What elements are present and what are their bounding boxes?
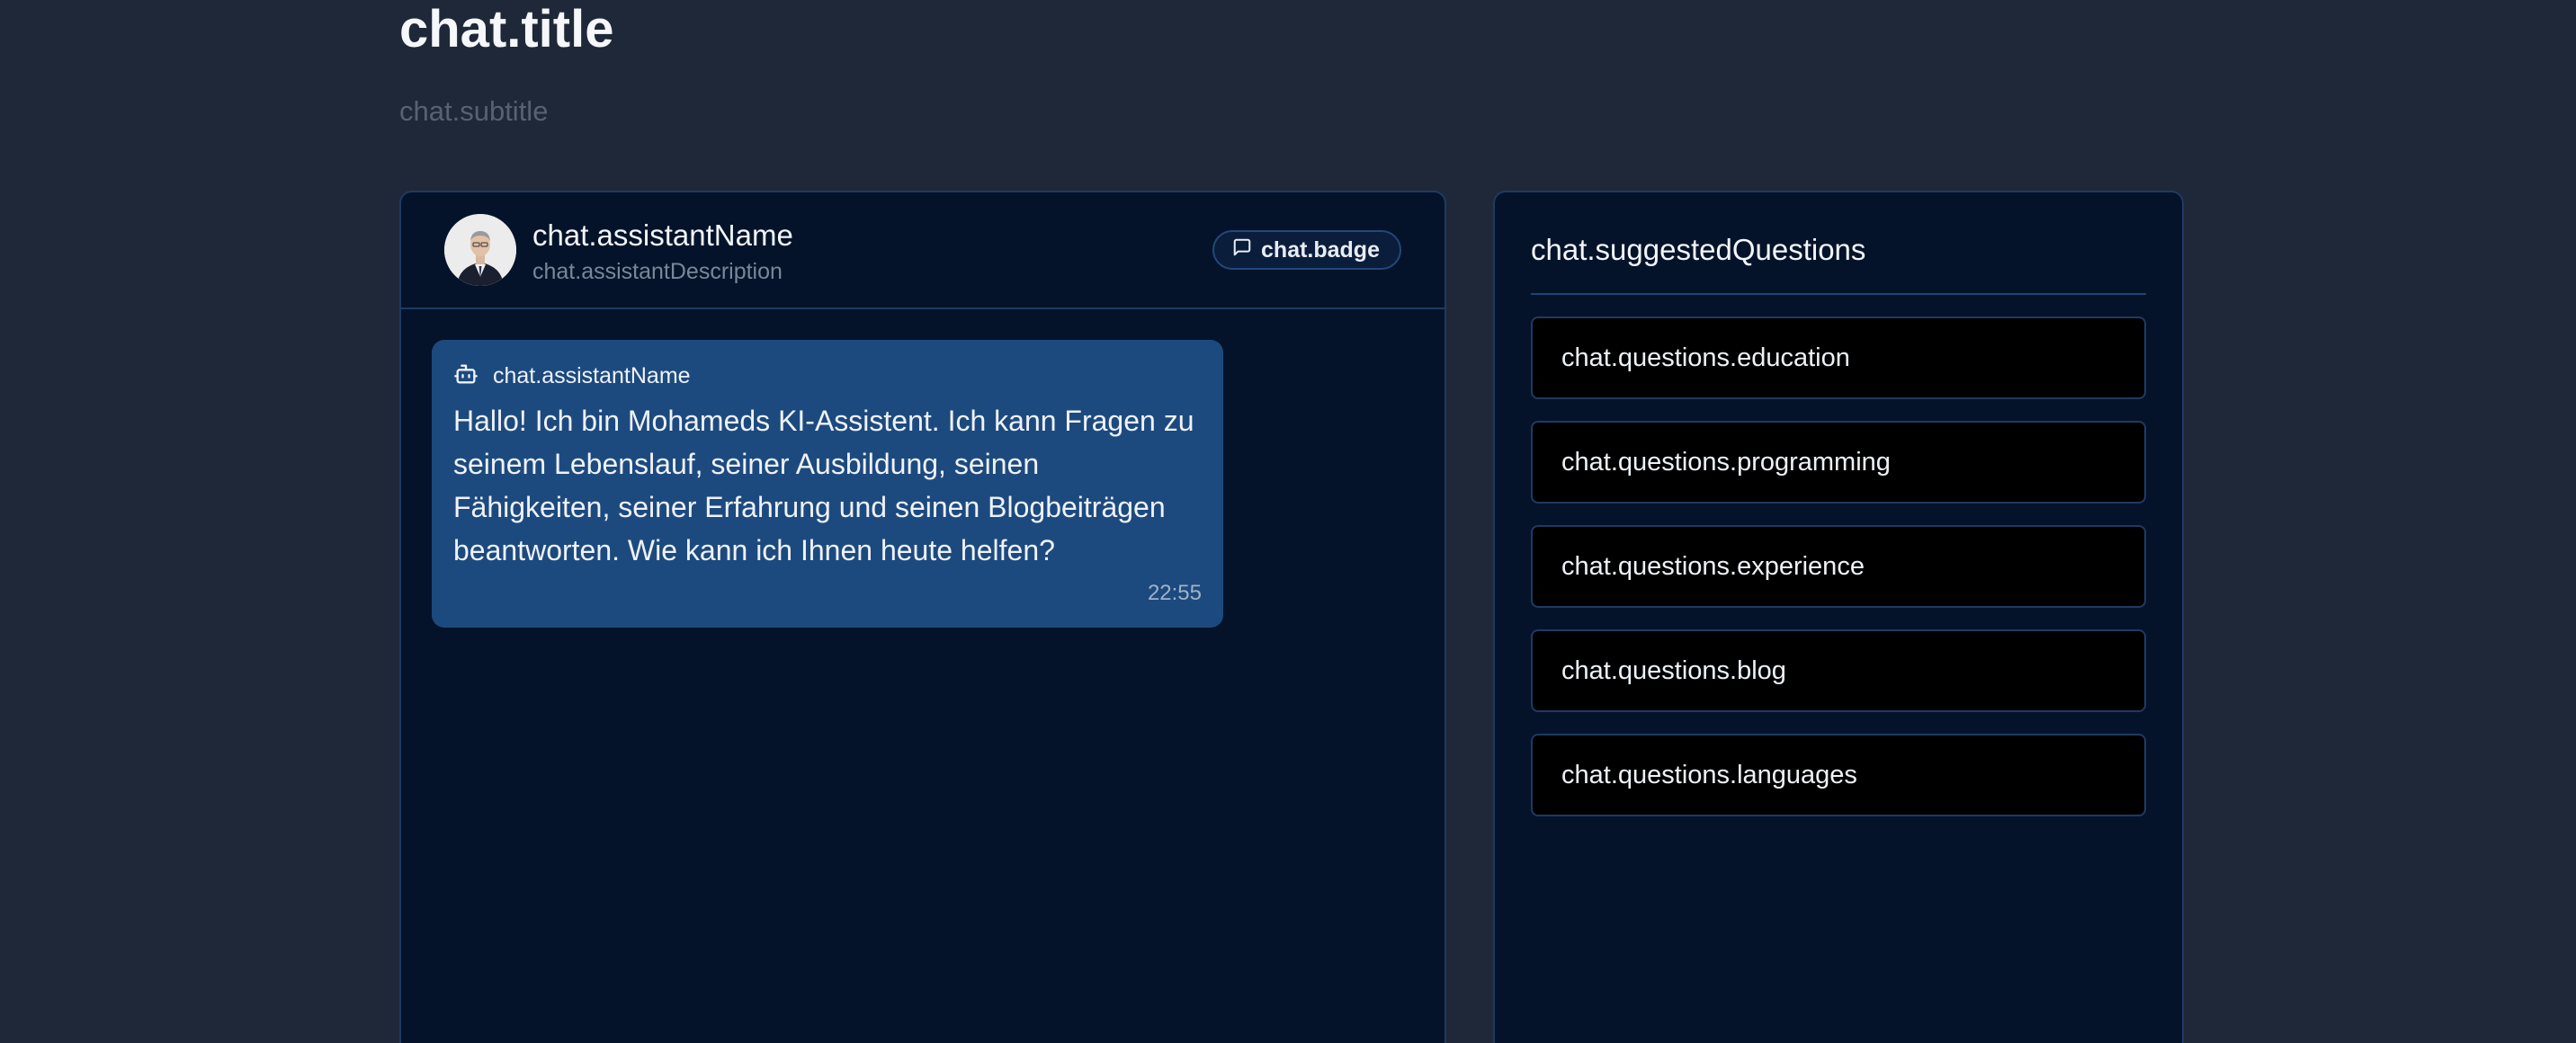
message-header: chat.assistantName: [453, 360, 1202, 392]
chat-panel: chat.assistantName chat.assistantDescrip…: [399, 191, 1446, 1043]
assistant-description: chat.assistantDescription: [532, 259, 783, 284]
message-text: Hallo! Ich bin Mohameds KI-Assistent. Ic…: [453, 405, 1194, 566]
page-title: chat.title: [399, 0, 614, 58]
question-education-button[interactable]: chat.questions.education: [1531, 316, 2146, 399]
chat-header: chat.assistantName chat.assistantDescrip…: [401, 192, 1445, 309]
message-sender: chat.assistantName: [493, 362, 691, 388]
question-experience-button[interactable]: chat.questions.experience: [1531, 525, 2146, 608]
message-square-icon: [1232, 237, 1261, 263]
chat-badge: chat.badge: [1212, 230, 1401, 270]
question-programming-button[interactable]: chat.questions.programming: [1531, 421, 2146, 504]
page-subtitle: chat.subtitle: [399, 95, 549, 127]
badge-label: chat.badge: [1261, 236, 1380, 263]
question-languages-button[interactable]: chat.questions.languages: [1531, 734, 2146, 816]
bot-icon: [453, 361, 493, 391]
suggested-questions-panel: chat.suggestedQuestions chat.questions.e…: [1493, 191, 2184, 1043]
question-list: chat.questions.education chat.questions.…: [1531, 316, 2146, 838]
suggested-questions-title: chat.suggestedQuestions: [1531, 233, 1866, 266]
question-blog-button[interactable]: chat.questions.blog: [1531, 629, 2146, 712]
page: chat.title chat.subtitle chat.assistantN…: [0, 0, 2576, 1043]
avatar: [444, 214, 516, 286]
assistant-name: chat.assistantName: [532, 218, 793, 252]
assistant-message: chat.assistantName Hallo! Ich bin Mohame…: [432, 340, 1223, 628]
divider: [1531, 293, 2146, 295]
message-timestamp: 22:55: [1147, 581, 1202, 605]
